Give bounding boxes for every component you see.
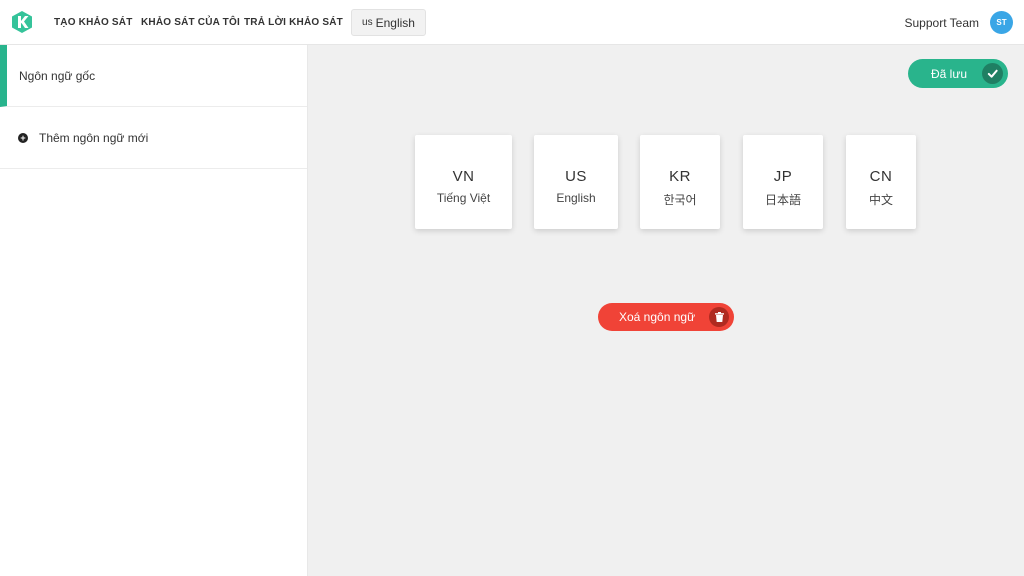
sidebar: Ngôn ngữ gốc + Thêm ngôn ngữ mới [0,45,308,576]
language-card-code: JP [773,168,793,185]
top-bar: TẠO KHẢO SÁT KHẢO SÁT CỦA TÔI TRẢ LỜI KH… [0,0,1024,45]
check-icon [982,63,1003,84]
language-card-code: US [565,168,587,185]
sidebar-item-label: Ngôn ngữ gốc [19,68,96,83]
nav-my-surveys[interactable]: KHẢO SÁT CỦA TÔI [141,17,240,28]
language-card-name: 한국어 [663,193,697,207]
language-label: English [375,15,415,30]
language-code: us [362,17,373,28]
language-selector-button[interactable]: us English [351,9,426,36]
language-card-name: English [556,191,596,205]
delete-language-label: Xoá ngôn ngữ [619,310,696,324]
nav-create-survey[interactable]: TẠO KHẢO SÁT [54,17,133,28]
language-card-jp[interactable]: JP 日本語 [743,135,823,229]
sidebar-item-label: Thêm ngôn ngữ mới [39,130,149,145]
avatar[interactable]: ST [990,11,1013,34]
language-card-kr[interactable]: KR 한국어 [640,135,720,229]
saved-button[interactable]: Đã lưu [908,59,1008,88]
delete-language-button[interactable]: Xoá ngôn ngữ [598,303,734,331]
language-card-name: Tiếng Việt [436,191,491,205]
trash-icon [709,307,729,327]
user-name[interactable]: Support Team [905,16,980,30]
language-card-us[interactable]: US English [534,135,618,229]
language-card-name: 中文 [868,193,893,207]
sidebar-item-original-language[interactable]: Ngôn ngữ gốc [0,45,307,107]
k-logo-icon[interactable] [12,11,32,33]
sidebar-item-add-language[interactable]: + Thêm ngôn ngữ mới [0,107,307,169]
plus-circle-icon: + [18,132,28,143]
language-card-vn[interactable]: VN Tiếng Việt [415,135,512,229]
nav-answer-survey[interactable]: TRẢ LỜI KHẢO SÁT [244,17,343,28]
language-card-code: VN [452,168,475,185]
saved-button-label: Đã lưu [931,66,968,81]
language-card-code: CN [869,168,893,185]
language-card-code: KR [669,168,691,185]
language-card-name: 日本語 [764,193,801,207]
language-card-cn[interactable]: CN 中文 [846,135,916,229]
